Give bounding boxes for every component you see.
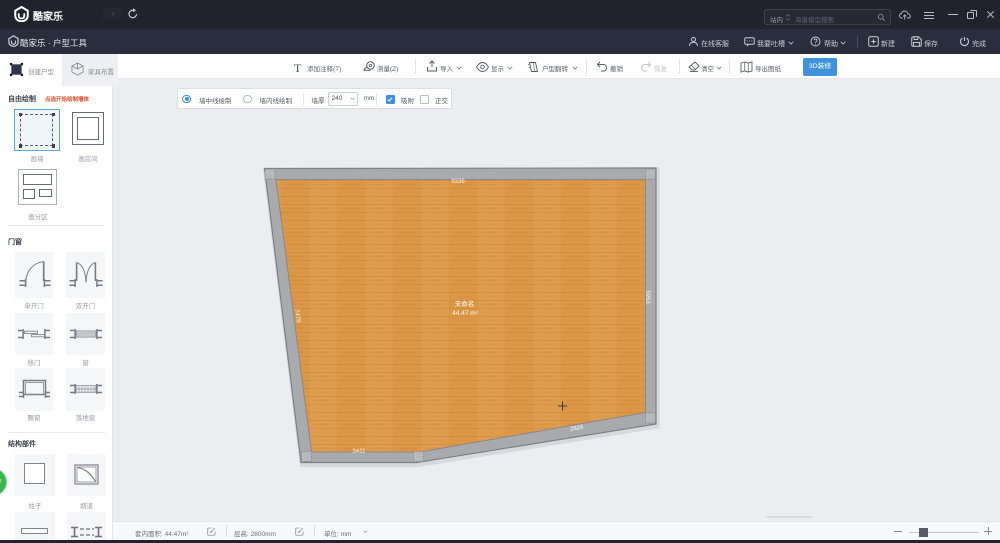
svg-text:44.47 m²: 44.47 m²	[452, 310, 478, 317]
svg-text:3411: 3411	[353, 449, 367, 455]
svg-text:未命名: 未命名	[455, 299, 475, 308]
svg-text:5953: 5953	[644, 290, 650, 304]
svg-text:9336: 9336	[451, 179, 465, 185]
